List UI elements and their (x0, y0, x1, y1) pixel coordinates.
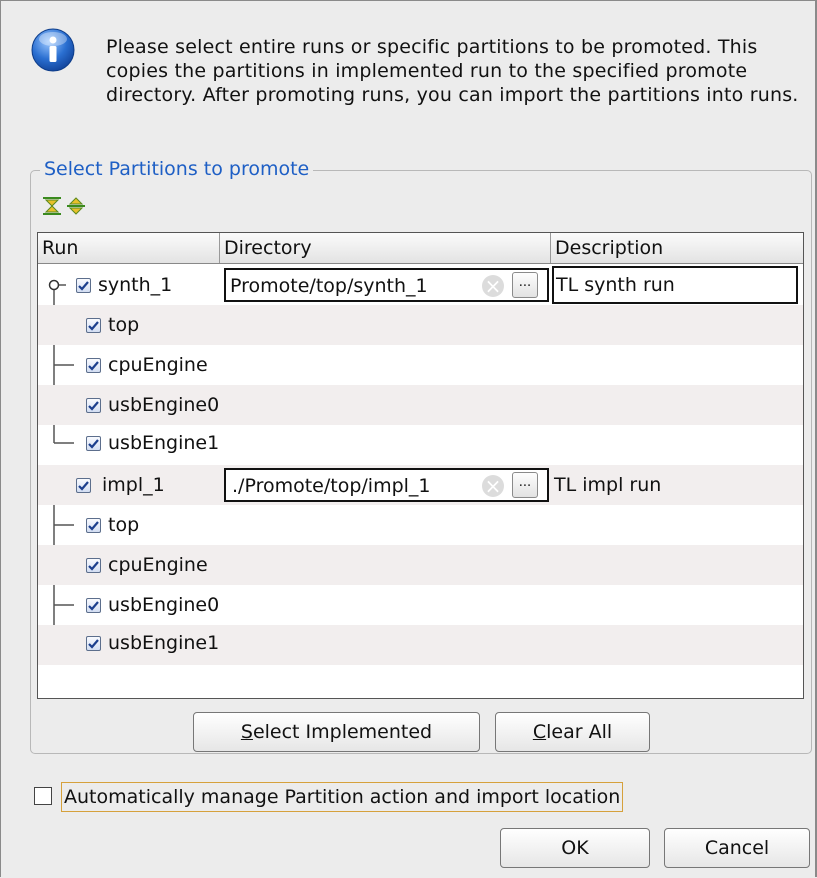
clear-icon[interactable] (482, 272, 504, 300)
directory-value: Promote/top/synth_1 (230, 275, 428, 297)
partition-name: top (108, 314, 140, 336)
group-title: Select Partitions to promote (40, 157, 314, 181)
expand-all-icon[interactable] (42, 196, 62, 216)
description-value[interactable]: TL impl run (554, 473, 661, 497)
partition-checkbox[interactable] (86, 558, 101, 573)
partition-name: usbEngine1 (108, 632, 220, 654)
column-header-directory[interactable]: Directory (219, 233, 550, 263)
partition-checkbox[interactable] (86, 358, 101, 373)
run-row-synth_1: synth_1 Promote/top/synth_1 ... TL synth… (38, 265, 803, 305)
auto-manage-label[interactable]: Automatically manage Partition action an… (61, 782, 624, 812)
partition-row: usbEngine0 (38, 585, 803, 625)
column-header-description[interactable]: Description (550, 233, 800, 263)
partition-name: usbEngine0 (108, 394, 220, 416)
ok-button[interactable]: OK (500, 828, 650, 868)
browse-button[interactable]: ... (512, 272, 538, 298)
collapse-all-icon[interactable] (66, 196, 86, 216)
partitions-table: Run Directory Description synth_1 Promot… (37, 232, 804, 699)
partition-row: top (38, 505, 803, 545)
button-label: elect Implemented (252, 721, 433, 743)
cancel-button[interactable]: Cancel (664, 828, 810, 868)
partition-row: cpuEngine (38, 545, 803, 585)
mnemonic: C (532, 721, 547, 743)
partition-checkbox[interactable] (86, 398, 101, 413)
run-row-impl_1: impl_1 ./Promote/top/impl_1 ... TL impl … (38, 465, 803, 505)
directory-field-synth_1[interactable]: Promote/top/synth_1 ... (224, 268, 549, 302)
info-icon (31, 28, 75, 72)
run-checkbox-impl_1[interactable] (76, 478, 91, 493)
auto-manage-checkbox[interactable] (34, 787, 52, 805)
partition-checkbox[interactable] (86, 318, 101, 333)
clear-all-button[interactable]: Clear All (495, 712, 650, 752)
partition-row: usbEngine1 (38, 425, 803, 465)
run-name: synth_1 (98, 274, 173, 296)
partition-checkbox[interactable] (86, 636, 101, 651)
partition-row: cpuEngine (38, 345, 803, 385)
directory-value: ./Promote/top/impl_1 (232, 475, 431, 497)
partition-row: top (38, 305, 803, 345)
partition-checkbox[interactable] (86, 518, 101, 533)
description-field-synth_1[interactable]: TL synth run (552, 266, 798, 304)
partition-checkbox[interactable] (86, 436, 101, 451)
directory-field-impl_1[interactable]: ./Promote/top/impl_1 ... (224, 468, 549, 502)
partition-name: cpuEngine (108, 554, 208, 576)
button-label: lear All (546, 721, 613, 743)
run-name: impl_1 (102, 474, 165, 496)
mnemonic: S (240, 721, 253, 743)
partition-name: usbEngine1 (108, 432, 220, 454)
partition-name: usbEngine0 (108, 594, 220, 616)
run-checkbox-synth_1[interactable] (76, 278, 91, 293)
partition-checkbox[interactable] (86, 598, 101, 613)
partition-name: cpuEngine (108, 354, 208, 376)
select-implemented-button[interactable]: Select Implemented (193, 712, 480, 752)
partition-name: top (108, 514, 140, 536)
clear-icon[interactable] (482, 472, 504, 500)
browse-button[interactable]: ... (512, 472, 538, 498)
description-value: TL synth run (556, 274, 675, 296)
partition-row: usbEngine1 (38, 625, 803, 665)
partition-row: usbEngine0 (38, 385, 803, 425)
info-message: Please select entire runs or specific pa… (106, 36, 799, 106)
